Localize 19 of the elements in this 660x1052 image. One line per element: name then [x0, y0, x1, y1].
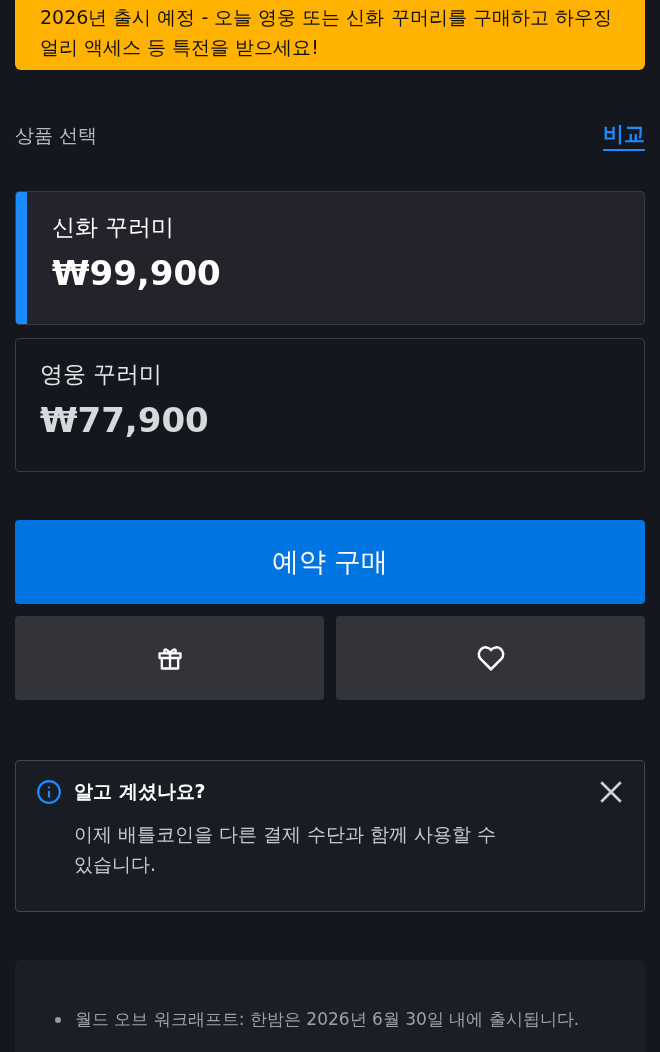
product-card[interactable]: 영웅 꾸러미 ₩77,900	[15, 338, 645, 472]
product-name: 신화 꾸러미	[52, 213, 176, 242]
info-icon	[36, 779, 62, 805]
bullet-icon	[55, 1016, 61, 1023]
section-label: 상품 선택	[15, 122, 98, 148]
heart-icon	[475, 644, 506, 672]
product-name: 영웅 꾸러미	[40, 360, 164, 389]
notice-title: 알고 계셨나요?	[74, 779, 207, 804]
gift-button[interactable]	[15, 616, 324, 700]
product-card[interactable]: 신화 꾸러미 ₩99,900	[15, 191, 645, 325]
preorder-button[interactable]: 예약 구매	[15, 520, 645, 604]
detail-text: 월드 오브 워크래프트: 한밤은 2026년 6월 30일 내에 출시됩니다.	[75, 1008, 580, 1031]
wishlist-button[interactable]	[336, 616, 645, 700]
product-price: ₩77,900	[40, 400, 210, 440]
product-price: ₩99,900	[52, 253, 222, 293]
compare-link[interactable]: 비교	[603, 120, 645, 151]
notice-text: 이제 배틀코인을 다른 결제 수단과 함께 사용할 수 있습니다.	[74, 822, 498, 877]
promo-banner: 2026년 출시 예정 - 오늘 영웅 또는 신화 꾸머리를 구매하고 하우징 얼리 액세스 등 특전을 받으세요!	[15, 0, 645, 70]
close-button[interactable]	[598, 779, 624, 805]
